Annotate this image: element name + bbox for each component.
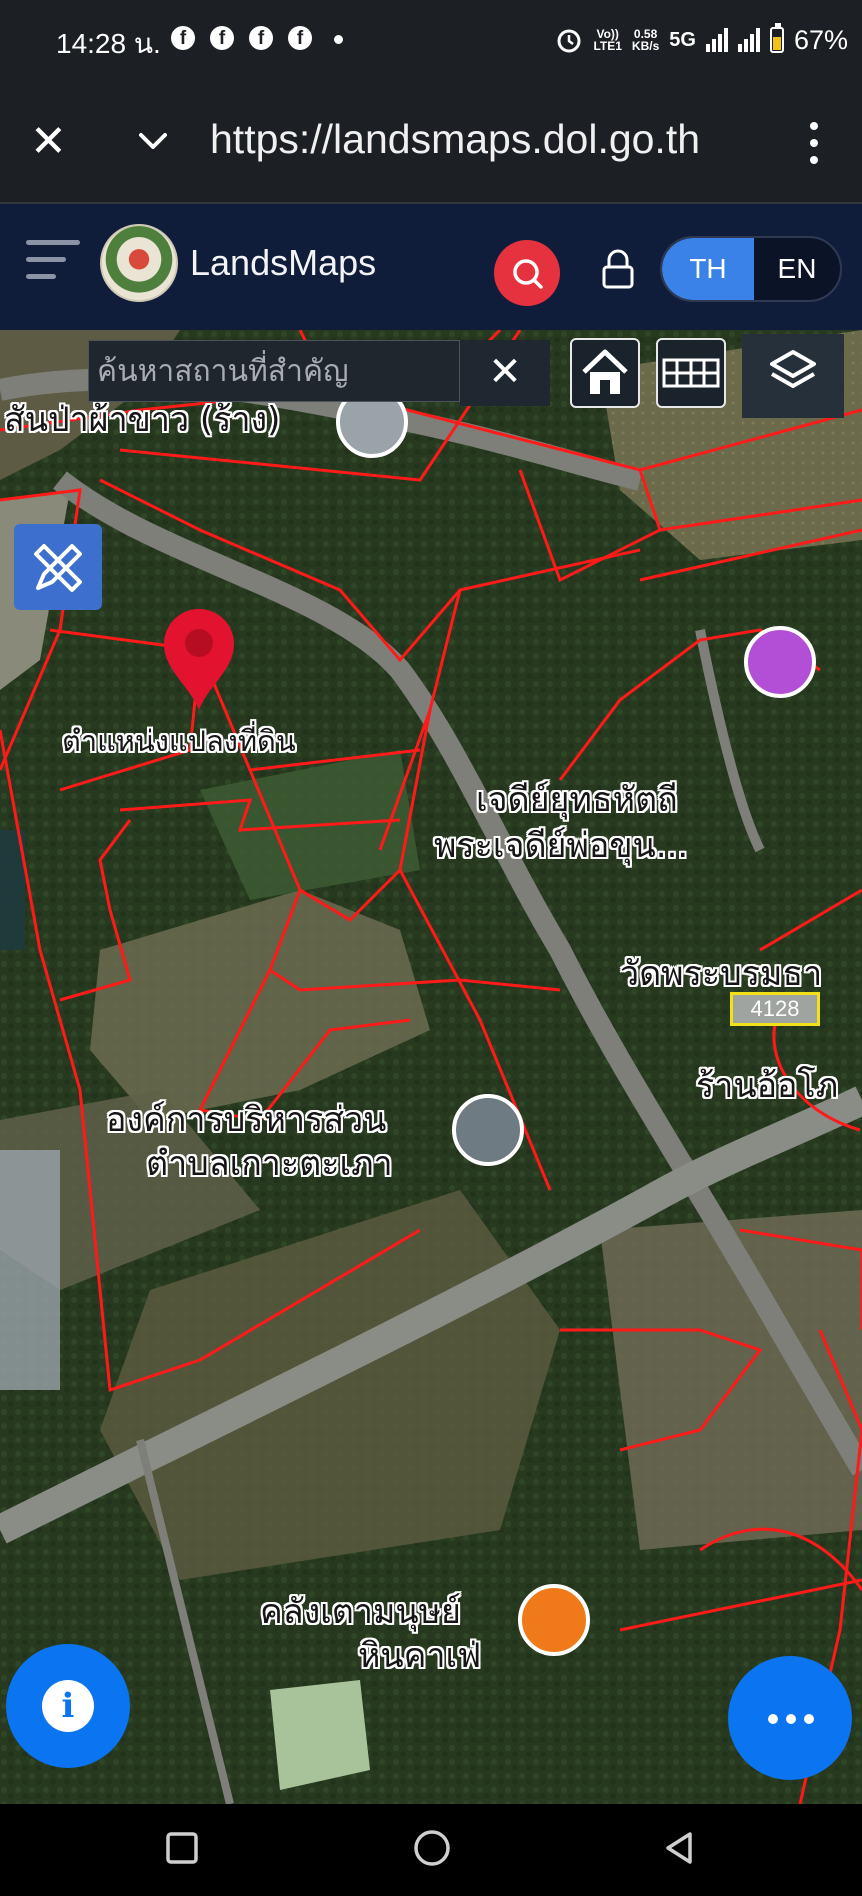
battery-percent: 67%: [793, 24, 848, 55]
back-nav-icon[interactable]: [660, 1828, 700, 1868]
department-logo: [100, 224, 178, 302]
status-time: 14:28 น.: [56, 28, 161, 59]
government-office-poi-icon[interactable]: [452, 1094, 524, 1166]
hamburger-menu-icon[interactable]: [26, 240, 80, 291]
browser-toolbar: ✕ https://landsmaps.dol.go.th: [0, 82, 862, 204]
map-label-shop: ร้านอ้อโภ: [696, 1066, 839, 1106]
map-label-parcel-marker: ตำแหน่งแปลงที่ดิน: [62, 724, 296, 758]
app-header: LandsMaps TH EN: [0, 204, 862, 330]
map-label-cafe: หินคาเฟ่: [358, 1636, 482, 1676]
lang-th-button[interactable]: TH: [662, 238, 754, 300]
map-label-office: ตำบลเกาะตะเภา: [146, 1144, 393, 1184]
home-button[interactable]: [570, 338, 640, 408]
alarm-icon: [557, 29, 581, 53]
close-tab-icon[interactable]: ✕: [30, 120, 67, 164]
signal-icon: [737, 28, 760, 52]
battery-icon: [769, 23, 784, 53]
parcel-grid-button[interactable]: [656, 338, 726, 408]
layers-icon: [770, 350, 816, 388]
map-view[interactable]: 4128 สันป่าผ้าขาว (ร้าง) ตำแหน่งแปลงที่ด…: [0, 330, 862, 1804]
grid-icon: [662, 358, 720, 388]
volte-indicator: Vo)) LTE1: [593, 27, 622, 53]
facebook-notification-icon: f: [210, 26, 234, 50]
chevron-down-icon[interactable]: [138, 126, 168, 156]
place-search-input[interactable]: [89, 341, 459, 401]
lock-icon[interactable]: [598, 248, 638, 292]
cafe-poi-icon[interactable]: [518, 1584, 590, 1656]
network-type: 5G: [669, 28, 696, 51]
info-icon: i: [42, 1680, 94, 1732]
system-nav-bar: [0, 1804, 862, 1896]
language-toggle: TH EN: [660, 236, 842, 302]
recent-apps-icon[interactable]: [162, 1828, 202, 1868]
home-icon: [582, 349, 628, 394]
pencil-ruler-icon: [34, 544, 82, 592]
search-button[interactable]: [494, 240, 560, 306]
status-bar: 14:28 น. f f f f Vo)) LTE1 0.58 KB/s 5G …: [0, 0, 862, 82]
facebook-notification-icon: f: [249, 26, 273, 50]
network-speed: 0.58 KB/s: [631, 27, 660, 53]
home-nav-icon[interactable]: [410, 1826, 454, 1870]
facebook-notification-icon: f: [288, 26, 312, 50]
lang-en-button[interactable]: EN: [754, 238, 840, 300]
clear-search-button[interactable]: ✕: [460, 340, 550, 406]
more-options-button[interactable]: [728, 1656, 852, 1780]
more-dots-icon: [768, 1714, 814, 1724]
draw-tool-button[interactable]: [14, 524, 102, 610]
place-search-box: [88, 340, 460, 402]
layers-button[interactable]: [742, 334, 844, 418]
parcel-location-pin-icon[interactable]: [160, 606, 238, 712]
close-icon: ✕: [488, 349, 522, 395]
app-title: LandsMaps: [190, 242, 377, 283]
map-label-temple: พระเจดีย์พ่อขุน...: [434, 826, 689, 866]
status-indicators: Vo)) LTE1 0.58 KB/s 5G 67%: [555, 20, 848, 60]
url-bar[interactable]: https://landsmaps.dol.go.th: [210, 116, 700, 163]
overflow-menu-icon[interactable]: [810, 122, 818, 173]
camera-poi-icon[interactable]: [744, 626, 816, 698]
search-icon: [513, 259, 543, 289]
info-button[interactable]: i: [6, 1644, 130, 1768]
more-notifications-dot-icon: [334, 35, 343, 44]
facebook-notification-icon: f: [171, 26, 195, 50]
signal-icon: [705, 28, 728, 52]
map-label-temple: วัดพระบรมธา: [620, 954, 823, 994]
